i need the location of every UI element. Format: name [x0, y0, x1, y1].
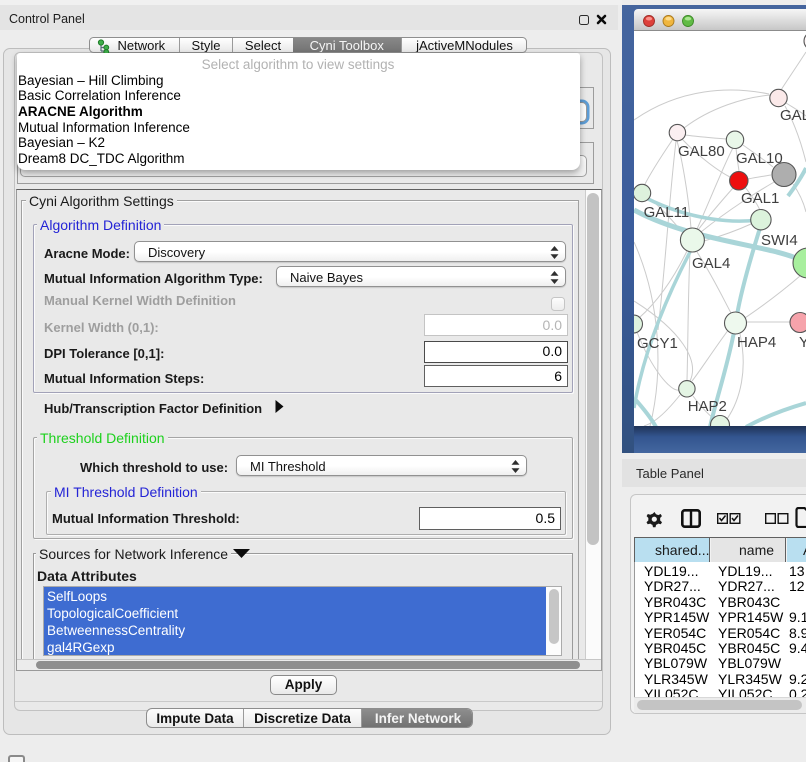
- svg-text:HAP4: HAP4: [737, 334, 776, 351]
- svg-text:GAL11: GAL11: [644, 204, 690, 221]
- svg-text:Y: Y: [799, 334, 806, 351]
- svg-text:GAL2: GAL2: [780, 107, 806, 124]
- svg-text:GAL10: GAL10: [736, 150, 783, 167]
- svg-text:GAL80: GAL80: [678, 143, 725, 160]
- svg-text:GAL1: GAL1: [741, 190, 779, 207]
- svg-text:GAL4: GAL4: [692, 255, 730, 272]
- svg-text:HAP2: HAP2: [688, 398, 727, 415]
- svg-text:SWI4: SWI4: [761, 232, 798, 249]
- svg-text:GCY1: GCY1: [637, 335, 678, 352]
